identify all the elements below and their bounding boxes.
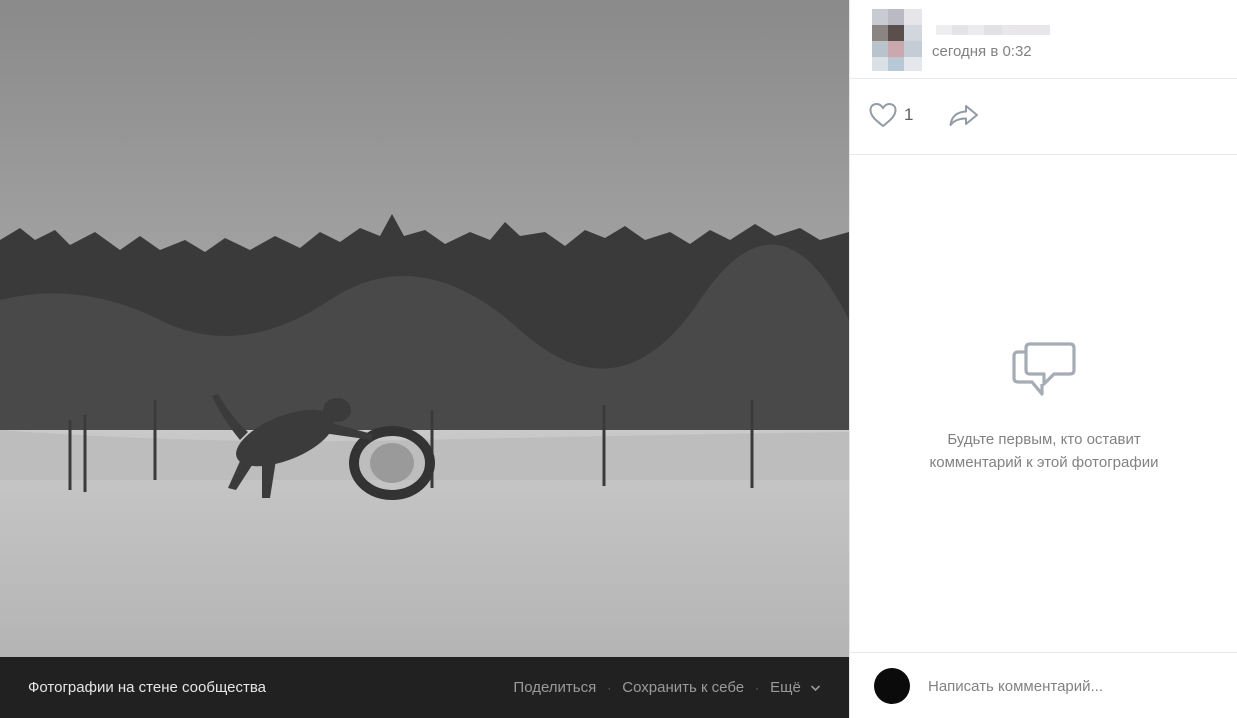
photo-scene <box>0 0 849 657</box>
empty-comments-line1: Будьте первым, кто оставит <box>947 431 1141 448</box>
separator-dot: · <box>755 680 760 695</box>
share-link[interactable]: Поделиться <box>513 679 596 696</box>
comments-bubbles-icon <box>1012 342 1076 396</box>
photo-area: Фотографии на стене сообщества Поделитьс… <box>0 0 849 718</box>
author-name-pixelated[interactable] <box>936 23 1050 37</box>
photo-image[interactable] <box>0 0 849 657</box>
empty-comments-text: Будьте первым, кто оставит комментарий к… <box>850 428 1237 474</box>
author-avatar[interactable] <box>872 9 922 71</box>
chevron-down-icon <box>810 685 821 692</box>
photo-sidebar: сегодня в 0:32 1 Будьте первым, кто оста… <box>849 0 1237 718</box>
album-link[interactable]: Фотографии на стене сообщества <box>28 679 266 696</box>
post-actions: 1 <box>850 79 1237 155</box>
current-user-avatar[interactable] <box>874 668 910 704</box>
share-arrow-icon <box>949 105 978 126</box>
photo-viewer: Фотографии на стене сообщества Поделитьс… <box>0 0 1237 718</box>
more-label: Ещё <box>770 679 801 696</box>
separator-dot: · <box>607 680 612 695</box>
more-menu-button[interactable]: Ещё <box>770 679 821 696</box>
photo-bottom-bar: Фотографии на стене сообщества Поделитьс… <box>0 657 849 718</box>
share-button[interactable] <box>948 103 980 132</box>
like-count: 1 <box>904 105 914 124</box>
photo-actions: Поделиться · Сохранить к себе · Ещё <box>513 679 821 696</box>
comment-composer <box>850 652 1237 718</box>
empty-comments-placeholder: Будьте первым, кто оставит комментарий к… <box>850 338 1237 474</box>
heart-icon <box>869 102 897 128</box>
comment-input[interactable] <box>928 672 1218 700</box>
empty-comments-line2: комментарий к этой фотографии <box>929 454 1159 471</box>
save-to-me-link[interactable]: Сохранить к себе <box>622 679 744 696</box>
like-button[interactable]: 1 <box>868 101 913 129</box>
author-header: сегодня в 0:32 <box>850 0 1237 79</box>
post-time[interactable]: сегодня в 0:32 <box>932 43 1032 60</box>
